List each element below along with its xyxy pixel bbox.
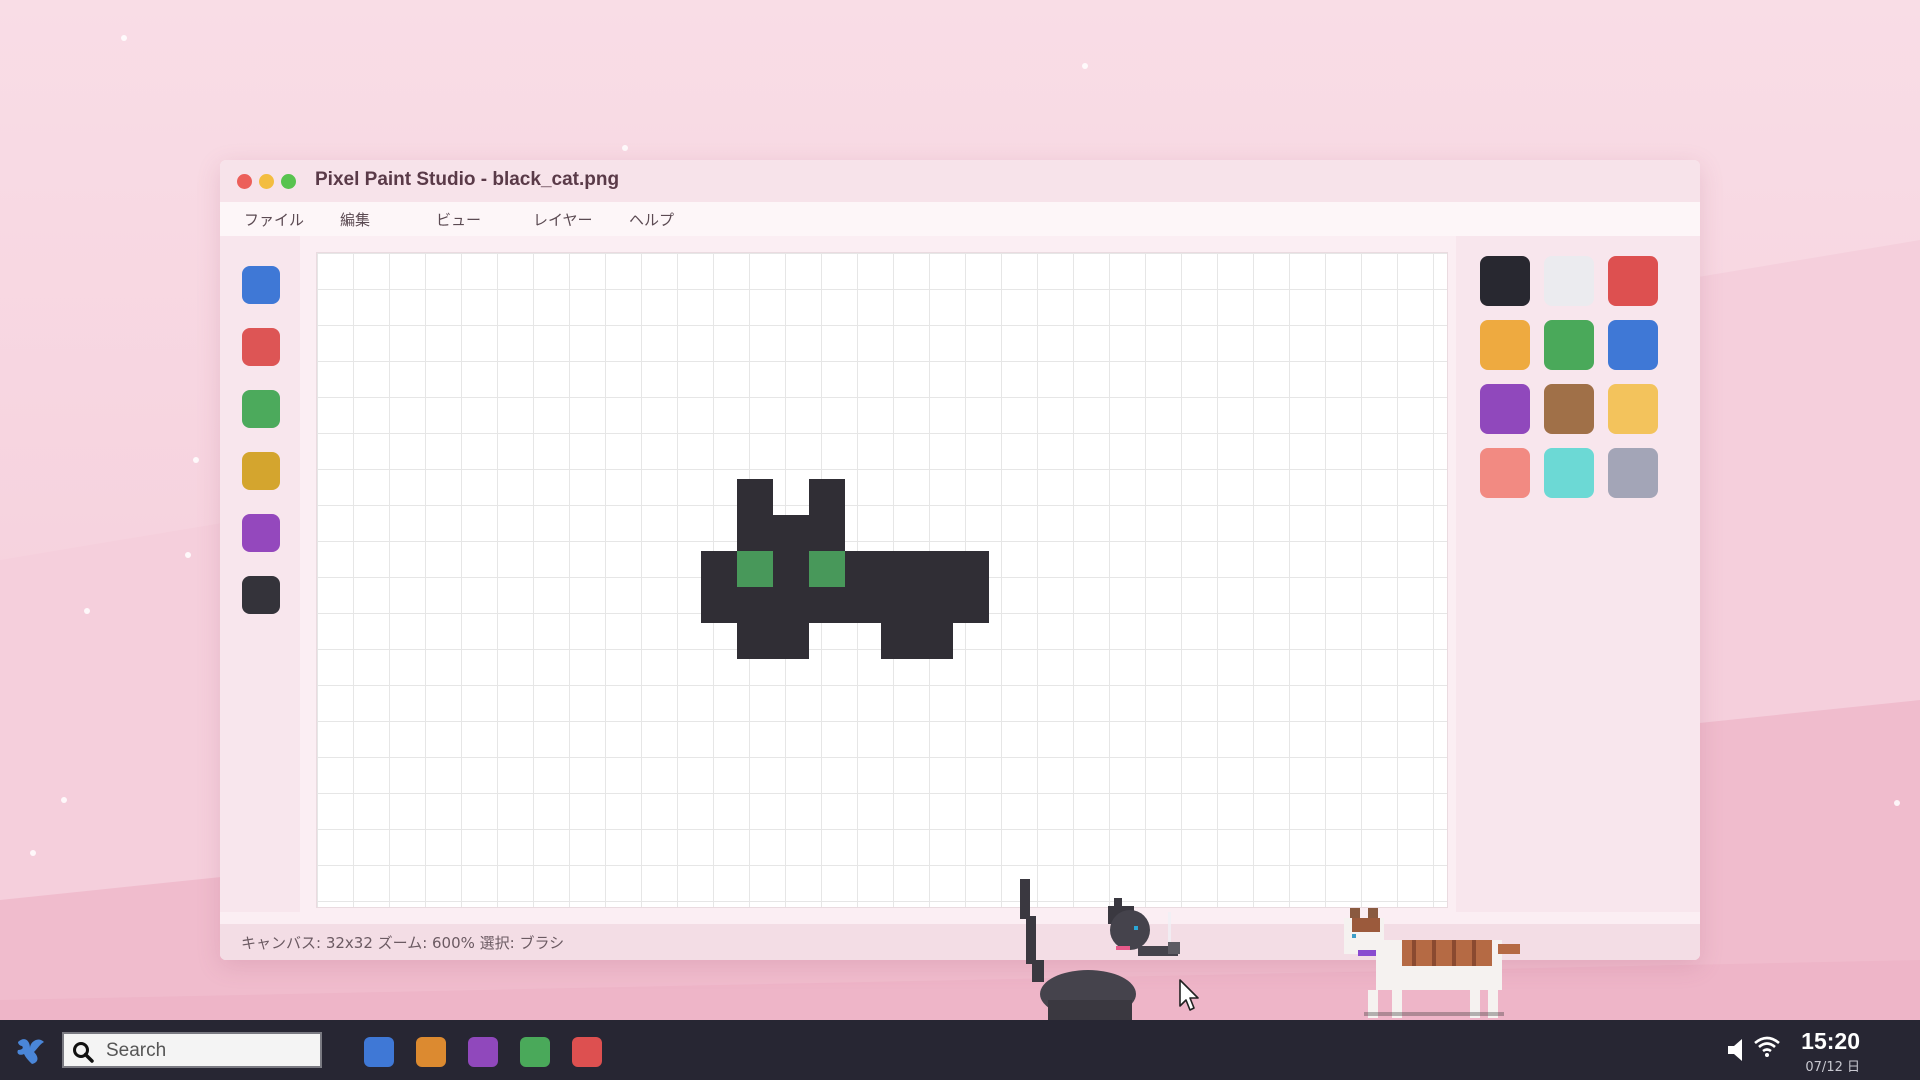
wifi-icon[interactable] [1752,1034,1782,1058]
black-cat-sprite[interactable] [1018,876,1183,1020]
search-box[interactable] [62,1032,322,1068]
app-green[interactable] [520,1037,550,1067]
sparkle [622,145,628,151]
minimize-window-button[interactable] [259,174,274,189]
bird-logo-icon[interactable] [14,1034,48,1066]
swatch-blue[interactable] [1608,320,1658,370]
cat-head [737,515,845,551]
tool-red[interactable] [242,328,280,366]
tool-blue[interactable] [242,266,280,304]
clock-date: 07/12 日 [1805,1060,1860,1075]
window-title: Pixel Paint Studio - black_cat.png [315,169,620,190]
search-input[interactable] [104,1038,318,1064]
swatch-gray[interactable] [1608,448,1658,498]
menu-help[interactable]: ヘルプ [629,209,674,230]
cat-eye-left [737,551,773,587]
swatch-orange[interactable] [1480,320,1530,370]
close-window-button[interactable] [237,174,252,189]
app-red[interactable] [572,1037,602,1067]
sparkle [121,35,127,41]
cat-leg-back [881,623,953,659]
swatch-black[interactable] [1480,256,1530,306]
swatch-brown[interactable] [1544,384,1594,434]
app-orange[interactable] [416,1037,446,1067]
app-blue[interactable] [364,1037,394,1067]
search-icon [73,1042,94,1063]
clock-time[interactable]: 15:20 [1801,1028,1860,1055]
swatch-green[interactable] [1544,320,1594,370]
menu-edit[interactable]: 編集 [340,209,370,230]
taskbar: 15:20 07/12 日 [0,1020,1920,1080]
menu-bar: ファイル 編集 ビュー レイヤー ヘルプ [220,202,1700,236]
sparkle [1894,800,1900,806]
swatch-purple[interactable] [1480,384,1530,434]
tool-dark[interactable] [242,576,280,614]
swatch-red[interactable] [1608,256,1658,306]
swatch-white[interactable] [1544,256,1594,306]
tool-green[interactable] [242,390,280,428]
sparkle [1082,63,1088,69]
menu-file[interactable]: ファイル [244,209,304,230]
mouse-pointer-icon [1179,979,1199,1011]
volume-icon[interactable] [1726,1036,1748,1064]
drawing-canvas[interactable] [316,252,1448,908]
sparkle [193,457,199,463]
maximize-window-button[interactable] [281,174,296,189]
menu-layer[interactable]: レイヤー [533,209,593,230]
calico-cat-sprite[interactable] [1338,904,1524,1020]
swatch-cyan[interactable] [1544,448,1594,498]
menu-view[interactable]: ビュー [436,209,481,230]
tool-purple[interactable] [242,514,280,552]
sparkle [84,608,90,614]
sparkle [30,850,36,856]
tool-gold[interactable] [242,452,280,490]
cat-leg-front [737,623,809,659]
cat-eye-right [809,551,845,587]
color-palette [1456,236,1700,912]
paint-app-window: Pixel Paint Studio - black_cat.png ファイル … [220,160,1700,960]
swatch-yellow[interactable] [1608,384,1658,434]
sparkle [61,797,67,803]
window-titlebar[interactable]: Pixel Paint Studio - black_cat.png [220,160,1700,202]
app-purple[interactable] [468,1037,498,1067]
swatch-salmon[interactable] [1480,448,1530,498]
tool-sidebar [220,236,300,912]
status-text: キャンバス: 32x32 ズーム: 600% 選択: ブラシ [241,934,565,952]
sparkle [185,552,191,558]
